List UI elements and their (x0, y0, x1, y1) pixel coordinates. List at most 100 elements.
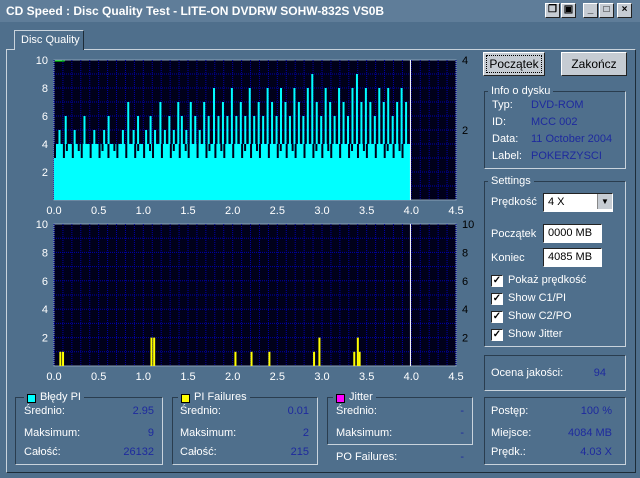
minimize-icon[interactable]: _ (583, 3, 598, 18)
pi-errors-dip (327, 144, 330, 151)
jitter-max-label: Maksimum: (336, 427, 393, 439)
show-jitter-checkbox[interactable]: ✓ (491, 329, 503, 341)
pi-errors-bar (387, 88, 390, 144)
pi-errors-dip (184, 144, 187, 151)
pi-errors-x-tick-label: 4.5 (448, 205, 463, 217)
pi-errors-bar (163, 130, 166, 144)
current-speed-label: Prędk.: (491, 446, 526, 458)
pi-errors-bar (127, 102, 130, 144)
pi-errors-bar (360, 102, 363, 144)
pi-errors-bar (338, 88, 341, 144)
pi-errors-bar (121, 130, 124, 144)
pi-errors-dip (107, 144, 110, 158)
end-mb-input[interactable]: 4085 MB (543, 248, 602, 267)
pi-errors-dip (339, 144, 342, 158)
pi-errors-dip (54, 144, 56, 158)
pi-failures-y-tick-label-left: 6 (42, 276, 48, 288)
pi-errors-x-tick-label: 2.0 (225, 205, 240, 217)
pi-errors-dip (356, 144, 359, 158)
disc-date-value: 11 October 2004 (531, 133, 613, 145)
pi-failures-bar (150, 337, 153, 366)
settings-title: Settings (488, 175, 534, 187)
disc-date-label: Data: (492, 133, 519, 145)
pi-errors-dip (303, 144, 306, 158)
show-c1-pi-checkbox[interactable]: ✓ (491, 293, 503, 305)
pi-errors-dip (398, 144, 401, 151)
disc-type-value: DVD-ROM (531, 99, 584, 111)
pi-errors-bar (58, 130, 61, 144)
pi-failures-x-tick-label: 0.5 (91, 371, 106, 383)
pi-errors-x-tick-label: 0.0 (46, 205, 61, 217)
pi-failures-x-tick-label: 2.0 (225, 371, 240, 383)
pi-failures-avg-label: Średnio: (180, 405, 221, 417)
pi-errors-dip (116, 144, 119, 158)
pi-errors-bar (293, 88, 296, 144)
pi-errors-dip (187, 144, 190, 158)
pi-errors-bar (382, 102, 385, 144)
pi-errors-y-tick-label-right: 2 (462, 125, 468, 137)
speed-label: Prędkość (491, 196, 537, 208)
end-button[interactable]: Zakończ (561, 52, 627, 76)
jitter-max-value: - (460, 427, 464, 439)
quality-value: 94 (593, 367, 606, 379)
copy-icon[interactable]: ❐ (545, 3, 560, 18)
jitter-avg-label: Średnio: (336, 405, 377, 417)
pi-failures-total-label: Całość: (180, 446, 217, 458)
pi-errors-dip (62, 144, 65, 158)
pi-failures-y-tick-label-right: 10 (462, 219, 474, 231)
pi-errors-bar (137, 116, 140, 144)
tab-disc-quality[interactable]: Disc Quality (14, 30, 84, 50)
pi-errors-bar (221, 102, 224, 144)
pi-failures-total-value: 215 (290, 446, 309, 458)
pi-errors-bar (149, 116, 152, 144)
close-icon[interactable]: × (617, 3, 632, 18)
disc-label-value: POKERZYSCI (531, 150, 602, 162)
pi-errors-dip (169, 144, 172, 158)
pi-errors-y-tick-label-left: 2 (42, 167, 48, 179)
pi-errors-bar (396, 102, 399, 144)
show-speed-checkbox[interactable]: ✓ (491, 275, 503, 287)
progress-label: Postęp: (491, 405, 529, 417)
start-mb-input[interactable]: 0000 MB (543, 224, 602, 243)
chevron-down-icon[interactable]: ▼ (597, 194, 612, 209)
pi-errors-x-tick-label: 3.5 (359, 205, 374, 217)
pi-errors-bar (288, 116, 291, 144)
pi-errors-dip (220, 144, 223, 151)
pi-errors-bar (306, 88, 309, 144)
quality-label: Ocena jakości: (491, 367, 564, 379)
pi-failures-y-tick-label-right: 2 (462, 333, 468, 345)
pi-errors-bar (373, 116, 376, 144)
pi-errors-bar (213, 88, 216, 144)
pi-errors-y-tick-label-right: 4 (462, 56, 468, 67)
speed-select[interactable]: 4 X ▼ (543, 193, 613, 212)
pi-errors-dip (351, 144, 354, 151)
pi-failures-y-tick-label-right: 8 (462, 247, 468, 259)
pi-failures-bar (358, 351, 361, 366)
current-speed-value: 4.03 X (580, 446, 612, 458)
pi-errors-dip (312, 144, 315, 158)
pi-errors-bar (107, 116, 110, 144)
pi-errors-y-tick-label-left: 4 (42, 139, 48, 151)
start-button[interactable]: Początek (483, 52, 545, 76)
pi-errors-dip (386, 144, 389, 151)
pi-errors-y-tick-label-left: 6 (42, 111, 48, 123)
pi-errors-dip (258, 144, 261, 158)
show-c2-po-checkbox[interactable]: ✓ (491, 311, 503, 323)
pi-errors-dip (172, 144, 175, 151)
pi-errors-dip (113, 144, 116, 151)
pi-errors-dip (276, 144, 279, 158)
pi-errors-dip (294, 144, 297, 158)
pi-errors-bar (235, 116, 238, 144)
pi-errors-bar (159, 102, 162, 144)
pi-errors-bar (248, 88, 251, 144)
save-icon[interactable]: ▣ (561, 3, 576, 18)
pi-errors-bar (253, 116, 256, 144)
pi-errors-bar (400, 88, 403, 144)
pi-errors-bar (302, 116, 305, 144)
charts-area: 0.0 0.5 1.0 1.5 2.0 2.5 3.0 3.5 4.0 4.5 2 4 6 8 10 4 2 0… (36, 56, 475, 383)
end-mb-label: Koniec (491, 252, 525, 264)
disc-id-label: ID: (492, 116, 507, 128)
pi-errors-dip (152, 144, 155, 158)
maximize-icon[interactable]: □ (599, 3, 614, 18)
pi-errors-bar (239, 102, 242, 144)
